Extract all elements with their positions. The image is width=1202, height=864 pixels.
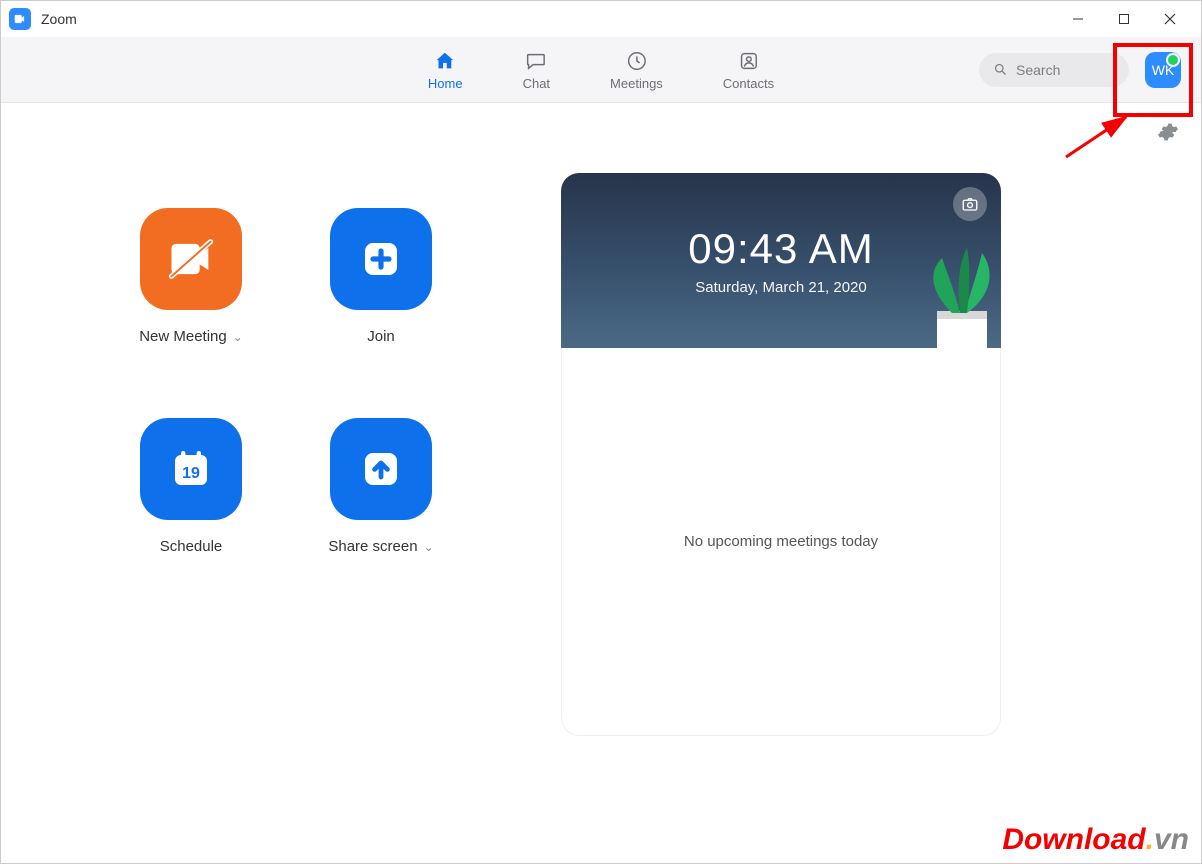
share-arrow-icon [357,445,405,493]
new-meeting-button[interactable] [140,208,242,310]
upcoming-panel: No upcoming meetings today [561,348,1001,736]
tab-home-label: Home [428,76,463,91]
tab-meetings[interactable]: Meetings [610,49,663,91]
search-icon [993,62,1008,77]
chat-icon [525,49,547,73]
join-button[interactable] [330,208,432,310]
avatar-initials: WK [1152,62,1175,78]
tab-meetings-label: Meetings [610,76,663,91]
plant-illustration [897,223,1001,348]
main-content: New Meeting ⌄ Join [1,103,1201,756]
schedule-label: Schedule [160,538,223,555]
share-screen-label: Share screen [328,538,417,555]
chevron-down-icon: ⌄ [424,540,434,554]
gear-icon [1157,121,1179,143]
tab-contacts-label: Contacts [723,76,774,91]
titlebar: Zoom [1,1,1201,37]
search-input[interactable]: Search [979,53,1129,87]
settings-button[interactable] [1157,121,1179,148]
clock-date: Saturday, March 21, 2020 [695,279,867,296]
avatar[interactable]: WK [1145,52,1181,88]
clock-card: 09:43 AM Saturday, March 21, 2020 [561,173,1001,348]
calendar-icon: 19 [167,445,215,493]
contacts-icon [737,49,759,73]
tab-chat-label: Chat [523,76,550,91]
share-screen-label-row[interactable]: Share screen ⌄ [328,538,433,555]
camera-icon [961,195,979,213]
window-controls [1055,1,1193,37]
join-label: Join [367,328,395,345]
watermark: Download.vn [1002,825,1189,855]
actions-grid: New Meeting ⌄ Join [101,208,471,736]
home-icon [434,49,456,73]
maximize-button[interactable] [1101,1,1147,37]
tab-contacts[interactable]: Contacts [723,49,774,91]
chevron-down-icon: ⌄ [233,330,243,344]
new-meeting-label: New Meeting [139,328,227,345]
video-off-icon [165,233,217,285]
app-icon [9,8,31,30]
close-button[interactable] [1147,1,1193,37]
navbar: Home Chat Meetings Contacts Search WK [1,37,1201,103]
new-meeting-label-row[interactable]: New Meeting ⌄ [139,328,243,345]
change-background-button[interactable] [953,187,987,221]
upcoming-empty-text: No upcoming meetings today [684,533,878,550]
svg-text:19: 19 [182,465,200,482]
tab-home[interactable]: Home [428,49,463,91]
schedule-button[interactable]: 19 [140,418,242,520]
tab-chat[interactable]: Chat [523,49,550,91]
meetings-panel: 09:43 AM Saturday, March 21, 2020 No upc… [561,173,1001,736]
search-placeholder: Search [1016,62,1060,78]
plus-icon [357,235,405,283]
window-title: Zoom [41,11,77,27]
minimize-button[interactable] [1055,1,1101,37]
clock-time: 09:43 AM [688,225,873,273]
clock-icon [625,49,647,73]
share-screen-button[interactable] [330,418,432,520]
